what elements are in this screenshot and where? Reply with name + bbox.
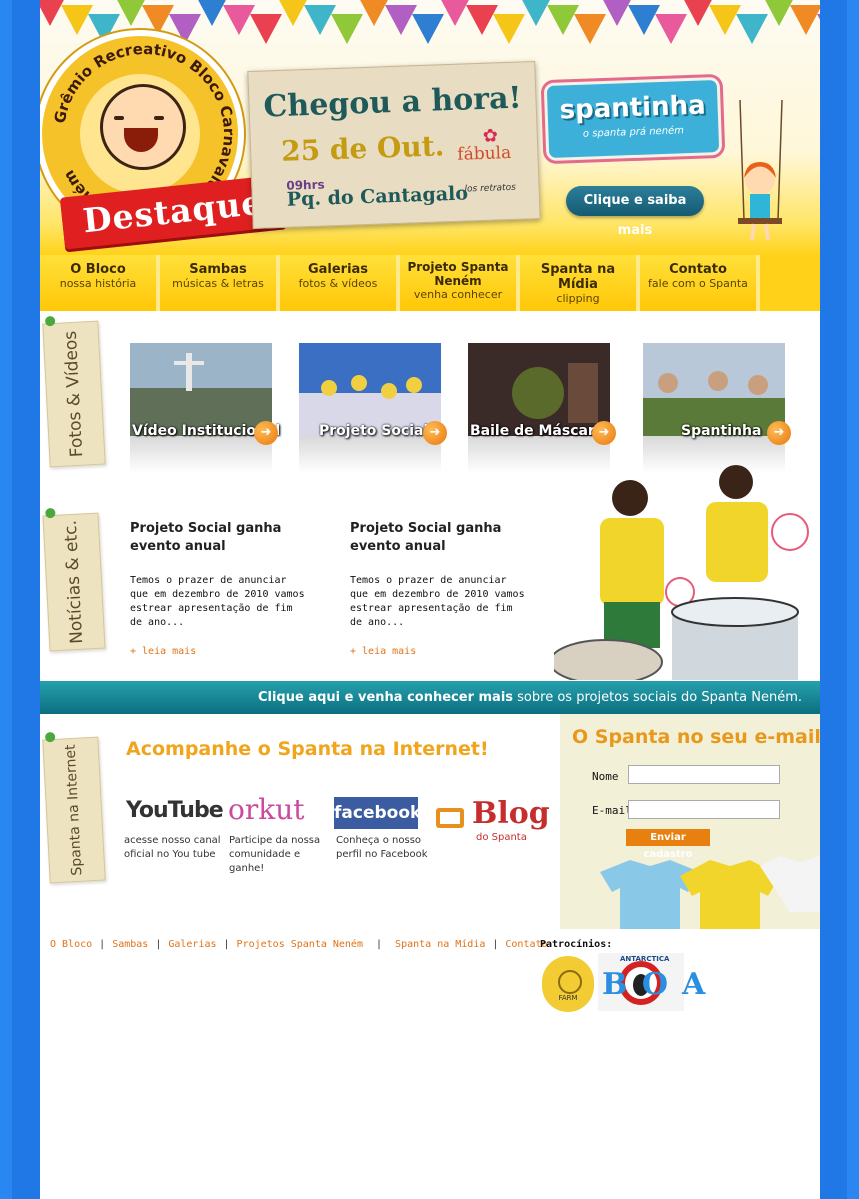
main-nav: O Bloco nossa história Sambas músicas & … bbox=[40, 255, 820, 311]
email-input[interactable] bbox=[628, 800, 780, 819]
internet-title: Acompanhe o Spanta na Internet! bbox=[126, 738, 489, 760]
boa-tag: ANTARCTICA bbox=[620, 955, 670, 963]
spantinha-title: spantinha bbox=[559, 90, 707, 126]
news-title[interactable]: Projeto Social ganha evento anual bbox=[130, 520, 310, 556]
nav-item-sambas[interactable]: Sambas músicas & letras bbox=[160, 255, 280, 311]
read-more-link[interactable]: + leia mais bbox=[350, 646, 530, 657]
tshirts-illustration bbox=[600, 856, 820, 929]
swing-girl-illustration bbox=[738, 100, 783, 241]
news-body: Temos o prazer de anunciar que em dezemb… bbox=[130, 575, 305, 628]
nav-title: Galerias bbox=[307, 262, 369, 277]
event-poster[interactable]: Chegou a hora! 25 de Out. 09hrs Pq. do C… bbox=[247, 61, 541, 229]
section-tag-noticias: Notícias & etc. bbox=[42, 507, 106, 652]
newsletter-title: O Spanta no seu e-mail! bbox=[572, 726, 820, 748]
section-tag-internet: Spanta na Internet bbox=[42, 731, 106, 884]
read-more-link[interactable]: + leia mais bbox=[130, 646, 310, 657]
footer-link-projetos[interactable]: Projetos Spanta Neném bbox=[237, 939, 363, 950]
nav-sub: fotos & vídeos bbox=[298, 277, 378, 290]
bunting-flag bbox=[790, 5, 820, 35]
pin-icon bbox=[44, 731, 56, 743]
section-tag-fotos: Fotos & Vídeos bbox=[42, 315, 106, 468]
farm-icon bbox=[558, 970, 582, 994]
nav-sub: nossa história bbox=[59, 277, 137, 290]
arrow-icon[interactable]: ➜ bbox=[254, 421, 278, 445]
left-stripe bbox=[0, 0, 12, 1199]
header-banner: Grêmio Recreativo Bloco Carnavalesco Spa… bbox=[40, 0, 820, 255]
video-baile[interactable]: Baile de Máscaras ➜ bbox=[468, 343, 616, 473]
nav-title: Projeto Spanta Neném bbox=[407, 260, 509, 288]
poster-headline: Chegou a hora! bbox=[262, 80, 523, 125]
video-institucional[interactable]: Vídeo Institucional ➜ bbox=[130, 343, 280, 473]
news-item: Projeto Social ganha evento anual Temos … bbox=[130, 520, 310, 657]
nav-sub: venha conhecer bbox=[413, 288, 503, 301]
nav-item-contato[interactable]: Contato fale com o Spanta bbox=[640, 255, 760, 311]
nav-sub: músicas & letras bbox=[172, 277, 264, 290]
footer-link-galerias[interactable]: Galerias bbox=[168, 939, 216, 950]
facebook-desc: Conheça o nosso perfil no Facebook bbox=[336, 835, 428, 860]
name-label: Nome bbox=[592, 770, 619, 783]
news-title[interactable]: Projeto Social ganha evento anual bbox=[350, 520, 530, 556]
nav-item-o-bloco[interactable]: O Bloco nossa história bbox=[40, 255, 160, 311]
video-caption: Spantinha bbox=[681, 423, 762, 439]
blog-title: Blog bbox=[472, 796, 550, 831]
nav-item-midia[interactable]: Spanta na Mídia clipping bbox=[520, 255, 640, 311]
nav-sub: clipping bbox=[556, 292, 600, 305]
news-item: Projeto Social ganha evento anual Temos … bbox=[350, 520, 530, 657]
poster-signature: los retratos bbox=[464, 182, 517, 195]
fabula-logo: fábula bbox=[457, 142, 512, 165]
poster-date: 25 de Out. bbox=[280, 129, 445, 168]
arrow-icon[interactable]: ➜ bbox=[423, 421, 447, 445]
youtube-desc: acesse nosso canal oficial no You tube bbox=[124, 835, 221, 860]
nav-item-galerias[interactable]: Galerias fotos & vídeos bbox=[280, 255, 400, 311]
banner-text: sobre os projetos sociais do Spanta Nené… bbox=[513, 690, 802, 705]
sponsors-label: Patrocínios: bbox=[540, 939, 613, 950]
blog-sub: do Spanta bbox=[476, 832, 527, 843]
arrow-icon[interactable]: ➜ bbox=[767, 421, 791, 445]
page: Grêmio Recreativo Bloco Carnavalesco Spa… bbox=[40, 0, 820, 1199]
projects-banner[interactable]: Clique aqui e venha conhecer mais sobre … bbox=[40, 681, 820, 714]
submit-button[interactable]: Enviar cadastro bbox=[626, 829, 710, 860]
farm-text: FARM bbox=[558, 994, 578, 1002]
drummer-kids-photo bbox=[554, 465, 809, 680]
orkut-desc: Participe da nossa comunidade e ganhe! bbox=[229, 835, 321, 874]
nav-title: O Bloco bbox=[70, 262, 126, 277]
email-label: E-mail bbox=[592, 804, 632, 817]
section-title-internet: Spanta na Internet bbox=[62, 744, 86, 876]
nav-item-projeto[interactable]: Projeto Spanta Neném venha conhecer bbox=[400, 255, 520, 311]
arrow-icon[interactable]: ➜ bbox=[592, 421, 616, 445]
blog-logo[interactable]: Blog do Spanta bbox=[432, 796, 550, 850]
section-title-fotos: Fotos & Vídeos bbox=[60, 330, 88, 458]
right-stripe bbox=[847, 0, 859, 1199]
nav-title: Sambas bbox=[189, 262, 247, 277]
spantinha-badge[interactable]: spantinha o spanta prá neném bbox=[543, 76, 723, 162]
name-input[interactable] bbox=[628, 765, 780, 784]
nav-title: Spanta na Mídia bbox=[540, 262, 616, 292]
news-body: Temos o prazer de anunciar que em dezemb… bbox=[350, 575, 525, 628]
bunting-flag bbox=[817, 14, 820, 44]
orkut-logo[interactable]: orkut bbox=[228, 793, 305, 826]
footer-links: O Bloco | Sambas | Galerias | Projetos Spanta … bbox=[50, 939, 548, 950]
cta-saiba-mais-button[interactable]: Clique e saiba mais bbox=[566, 186, 704, 238]
youtube-logo[interactable]: YouTube bbox=[126, 796, 224, 828]
nav-title: Contato bbox=[669, 262, 727, 277]
footer-link-sambas[interactable]: Sambas bbox=[112, 939, 148, 950]
banner-cta[interactable]: Clique aqui e venha conhecer mais bbox=[258, 690, 513, 705]
boa-logo[interactable]: BOA ANTARCTICA bbox=[598, 953, 705, 1011]
pin-icon bbox=[45, 507, 56, 519]
newsletter-box: O Spanta no seu e-mail! Nome E-mail Envi… bbox=[560, 714, 820, 929]
farm-logo[interactable]: FARM bbox=[542, 956, 594, 1012]
pin-icon bbox=[44, 315, 56, 327]
video-spantinha[interactable]: Spantinha ➜ bbox=[643, 343, 791, 473]
section-title-noticias: Notícias & etc. bbox=[60, 519, 88, 645]
nav-sub: fale com o Spanta bbox=[648, 277, 748, 290]
footer-link-o-bloco[interactable]: O Bloco bbox=[50, 939, 92, 950]
spantinha-subtitle: o spanta prá neném bbox=[582, 125, 685, 140]
boa-text: BOA bbox=[602, 967, 720, 1002]
blog-icon bbox=[436, 808, 464, 828]
video-caption: Projeto Social bbox=[319, 423, 429, 439]
video-projeto-social[interactable]: Projeto Social ➜ bbox=[299, 343, 447, 473]
youtube-logo-text: YouTube bbox=[126, 798, 224, 823]
footer-link-midia[interactable]: Spanta na Mídia bbox=[395, 939, 485, 950]
facebook-logo[interactable]: facebook bbox=[334, 797, 421, 829]
